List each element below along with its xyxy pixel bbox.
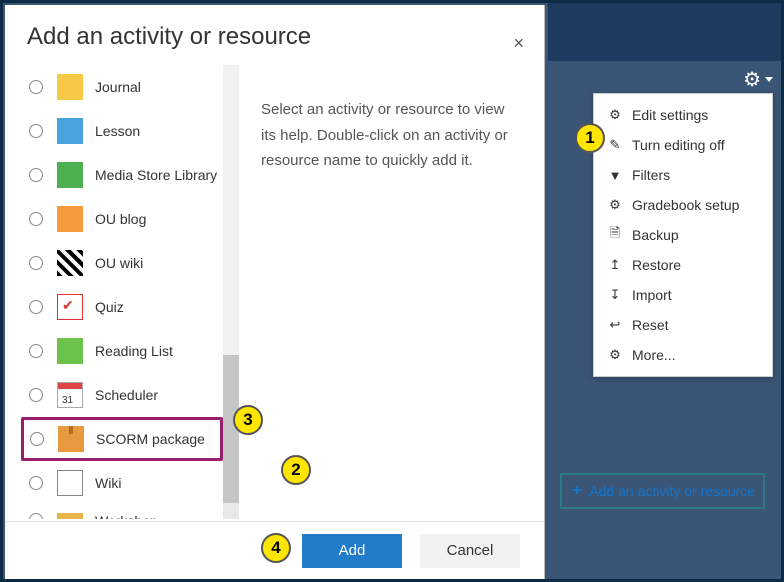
menu-item-label: Turn editing off [632,137,725,153]
add-activity-link[interactable]: + Add an activity or resource [560,473,765,509]
quiz-icon [57,294,83,320]
radio-button[interactable] [29,388,43,402]
dialog-title: Add an activity or resource [5,5,544,51]
radio-button[interactable] [29,124,43,138]
activity-label: OU wiki [95,255,143,271]
radio-button[interactable] [29,212,43,226]
add-activity-dialog: Add an activity or resource × Journal Le… [5,5,545,579]
activity-label: Quiz [95,299,124,315]
activity-item-workshop[interactable]: Workshop [21,505,223,519]
menu-item-filters[interactable]: ▼ Filters [594,160,772,190]
settings-gear-button[interactable]: ⚙ [743,67,773,92]
activity-item-wiki[interactable]: Wiki [21,461,223,505]
activity-item-scorm-package[interactable]: SCORM package [21,417,223,461]
activity-item-ou-wiki[interactable]: OU wiki [21,241,223,285]
activity-label: OU blog [95,211,146,227]
menu-item-backup[interactable]: 🗎 Backup [594,220,772,250]
plus-icon: + [572,482,581,500]
workshop-icon [57,513,83,519]
cancel-button[interactable]: Cancel [420,534,520,568]
activity-list-panel: Journal Lesson Media Store Library OU bl… [21,65,239,519]
menu-item-label: Gradebook setup [632,197,739,213]
activity-label: Media Store Library [95,167,217,183]
media-store-icon [57,162,83,188]
callout-4: 4 [261,533,291,563]
left-arrow-icon: ↩ [608,317,622,333]
menu-item-label: Reset [632,317,669,333]
activity-item-scheduler[interactable]: Scheduler [21,373,223,417]
activity-item-quiz[interactable]: Quiz [21,285,223,329]
down-arrow-icon: ↧ [608,287,622,303]
up-arrow-icon: ↥ [608,257,622,273]
settings-menu: ⚙ Edit settings ✎ Turn editing off ▼ Fil… [593,93,773,377]
menu-item-import[interactable]: ↧ Import [594,280,772,310]
radio-button[interactable] [29,168,43,182]
filter-icon: ▼ [608,168,622,183]
radio-button[interactable] [30,432,44,446]
ou-wiki-icon [57,250,83,276]
radio-button[interactable] [29,300,43,314]
gear-icon: ⚙ [608,347,622,363]
help-text: Select an activity or resource to view i… [261,97,522,174]
radio-button[interactable] [29,344,43,358]
activity-item-ou-blog[interactable]: OU blog [21,197,223,241]
wiki-icon [57,470,83,496]
file-icon: 🗎 [608,224,622,246]
scheduler-icon [57,382,83,408]
menu-item-label: More... [632,347,676,363]
dialog-body: Journal Lesson Media Store Library OU bl… [21,65,538,519]
menu-item-label: Edit settings [632,107,708,123]
menu-item-turn-editing-off[interactable]: ✎ Turn editing off [594,130,772,160]
callout-3: 3 [233,405,263,435]
button-label: Cancel [447,542,494,559]
lesson-icon [57,118,83,144]
scorm-icon [58,426,84,452]
radio-button[interactable] [29,80,43,94]
activity-item-reading-list[interactable]: Reading List [21,329,223,373]
gear-icon: ⚙ [608,197,622,213]
help-panel: Select an activity or resource to view i… [239,65,538,519]
reading-list-icon [57,338,83,364]
activity-list: Journal Lesson Media Store Library OU bl… [21,65,223,519]
menu-item-label: Import [632,287,672,303]
menu-item-label: Filters [632,167,670,183]
activity-item-lesson[interactable]: Lesson [21,109,223,153]
radio-button[interactable] [29,513,43,519]
scrollbar-track[interactable] [223,65,239,519]
menu-item-restore[interactable]: ↥ Restore [594,250,772,280]
menu-item-label: Restore [632,257,681,273]
menu-item-more[interactable]: ⚙ More... [594,340,772,370]
activity-label: Lesson [95,123,140,139]
page-banner [548,3,781,61]
callout-1: 1 [575,123,605,153]
close-icon: × [513,33,524,53]
activity-label: Wiki [95,475,121,491]
button-label: Add [339,542,366,559]
activity-label: Workshop [95,513,158,519]
radio-button[interactable] [29,256,43,270]
caret-down-icon [765,77,773,82]
ou-blog-icon [57,206,83,232]
scrollbar-corner [223,503,239,519]
activity-item-media-store[interactable]: Media Store Library [21,153,223,197]
journal-icon [57,74,83,100]
gear-icon: ⚙ [608,107,622,123]
callout-2: 2 [281,455,311,485]
activity-label: Reading List [95,343,173,359]
radio-button[interactable] [29,476,43,490]
activity-label: Scheduler [95,387,158,403]
add-activity-link-label: Add an activity or resource [589,483,755,499]
activity-label: SCORM package [96,431,205,447]
gear-icon: ⚙ [743,67,761,92]
close-button[interactable]: × [513,33,524,54]
menu-item-label: Backup [632,227,679,243]
pencil-icon: ✎ [608,137,622,153]
menu-item-edit-settings[interactable]: ⚙ Edit settings [594,100,772,130]
add-button[interactable]: Add [302,534,402,568]
activity-item-journal[interactable]: Journal [21,65,223,109]
menu-item-reset[interactable]: ↩ Reset [594,310,772,340]
activity-label: Journal [95,79,141,95]
menu-item-gradebook-setup[interactable]: ⚙ Gradebook setup [594,190,772,220]
